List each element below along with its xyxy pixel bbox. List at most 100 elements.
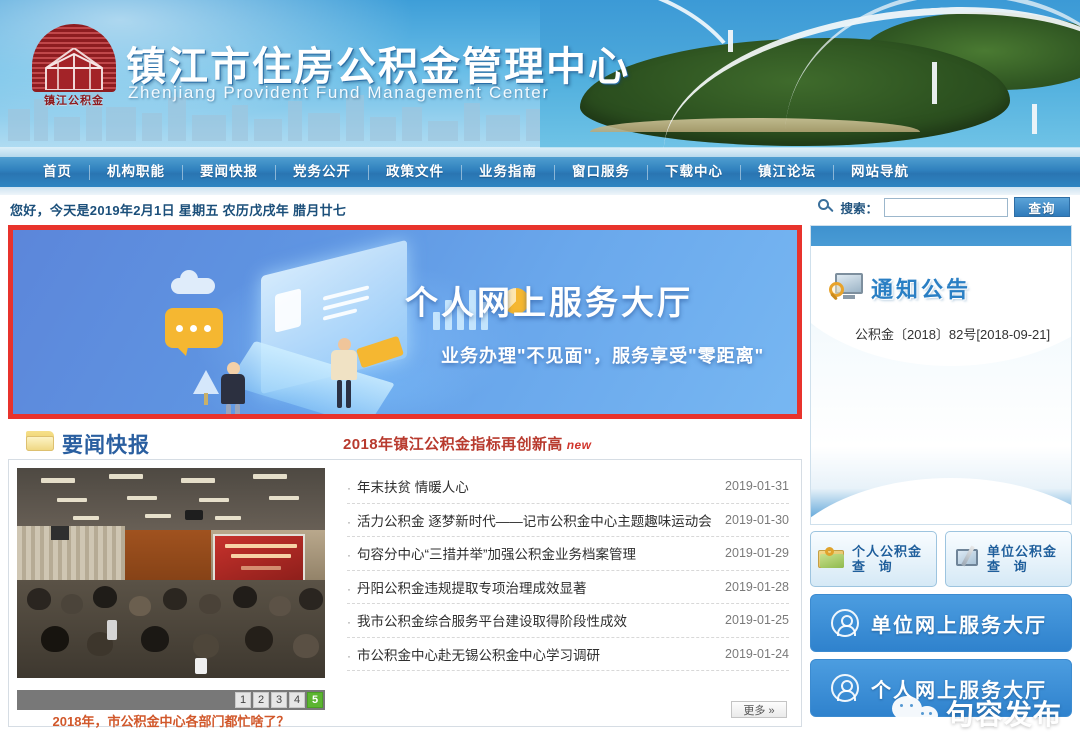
- list-item[interactable]: · 年末扶贫 情暖人心 2019-01-31: [347, 470, 789, 504]
- header-bottom-edge: [0, 147, 1080, 157]
- provident-fund-logo: 镇江公积金: [28, 22, 120, 114]
- news-item-title: 年末扶贫 情暖人心: [357, 480, 469, 496]
- featured-headline-text: 2018年镇江公积金指标再创新高: [343, 436, 563, 453]
- pager-page-5-active[interactable]: 5: [307, 692, 323, 708]
- pager-page-4[interactable]: 4: [289, 692, 305, 708]
- monitor-search-icon: [829, 273, 863, 303]
- nav-underline: [0, 187, 1080, 195]
- news-photo-column: 1 2 3 4 5 2018年，市公积金中心各部门都忙啥了？: [9, 460, 333, 729]
- news-item-title: 活力公积金 逐梦新时代——记市公积金中心主题趣味运动会: [357, 513, 712, 529]
- search-submit-button[interactable]: 查询: [1014, 197, 1070, 217]
- page-root: 镇江公积金 镇江市住房公积金管理中心 Zhenjiang Provident F…: [0, 0, 1080, 745]
- bullet-icon: ·: [347, 581, 351, 596]
- nav-item-functions[interactable]: 机构职能: [90, 157, 182, 187]
- greeting-date-text: 您好，今天是2019年2月1日 星期五 农历戊戌年 腊月廿七: [10, 203, 347, 218]
- pager-page-1[interactable]: 1: [235, 692, 251, 708]
- news-item-date: 2019-01-31: [725, 479, 789, 494]
- notice-panel-header: 通知公告: [829, 272, 971, 304]
- news-body: 1 2 3 4 5 2018年，市公积金中心各部门都忙啥了？ · 年末扶贫 情暖人…: [8, 459, 802, 729]
- nav-item-forum[interactable]: 镇江论坛: [741, 157, 833, 187]
- pager-page-3[interactable]: 3: [271, 692, 287, 708]
- folder-icon: [26, 431, 54, 451]
- date-search-row: 您好，今天是2019年2月1日 星期五 农历戊戌年 腊月廿七 搜索： 查询: [0, 195, 1080, 225]
- nav-item-site-map[interactable]: 网站导航: [834, 157, 926, 187]
- photo-caption-link[interactable]: 2018年，市公积金中心各部门都忙啥了？: [17, 711, 325, 730]
- cup-icon: [107, 620, 117, 640]
- banner-title: 个人网上服务大厅: [405, 283, 693, 322]
- site-subtitle: Zhenjiang Provident Fund Management Cent…: [128, 83, 550, 102]
- personal-service-hall-label: 个人网上服务大厅: [871, 679, 1047, 702]
- news-item-title: 我市公积金综合服务平台建设取得阶段性成效: [357, 614, 627, 630]
- tree-stem: [204, 393, 208, 405]
- nav-item-news[interactable]: 要闻快报: [183, 157, 275, 187]
- pager-page-2[interactable]: 2: [253, 692, 269, 708]
- news-item-date: 2019-01-28: [725, 579, 789, 594]
- list-item[interactable]: · 丹阳公积金违规提取专项治理成效显著 2019-01-28: [347, 571, 789, 604]
- main-navigation[interactable]: 首页 机构职能 要闻快报 党务公开 政策文件 业务指南 窗口服务 下载中心 镇江…: [0, 157, 1080, 187]
- news-list: · 年末扶贫 情暖人心 2019-01-31 · 活力公积金 逐梦新时代——记市公积…: [333, 460, 801, 726]
- list-item[interactable]: · 我市公积金综合服务平台建设取得阶段性成效 2019-01-25: [347, 604, 789, 638]
- nav-item-business-guide[interactable]: 业务指南: [462, 157, 554, 187]
- left-column: 个人网上服务大厅 业务办理"不见面"，服务享受"零距离" 要闻快报 2018年镇…: [8, 225, 802, 743]
- tree-icon: [193, 370, 219, 394]
- company-fund-monitor-icon: [953, 545, 981, 572]
- search-label: 搜索：: [840, 201, 878, 216]
- cup-icon: [195, 658, 207, 674]
- news-item-title: 句容分中心“三措并举”加强公积金业务档案管理: [357, 547, 636, 563]
- company-query-label-line1: 单位公积金: [987, 544, 1058, 559]
- slider-pagination[interactable]: 1 2 3 4 5: [17, 690, 325, 710]
- personal-fund-book-icon: [818, 546, 846, 572]
- banner-subtitle: 业务办理"不见面"，服务享受"零距离": [441, 346, 765, 366]
- news-section-header: 要闻快报 2018年镇江公积金指标再创新高 new: [8, 423, 802, 459]
- list-item[interactable]: · 句容分中心“三措并举”加强公积金业务档案管理 2019-01-29: [347, 537, 789, 571]
- search-icon: [818, 199, 835, 215]
- news-item-date: 2019-01-29: [725, 546, 789, 561]
- news-item-date: 2019-01-24: [725, 646, 789, 661]
- user-circle-icon: [831, 674, 859, 702]
- chat-bubble-icon: [165, 308, 223, 356]
- list-item[interactable]: · 活力公积金 逐梦新时代——记市公积金中心主题趣味运动会 2019-01-30: [347, 504, 789, 537]
- company-online-service-hall-button[interactable]: 单位网上服务大厅: [810, 594, 1072, 652]
- featured-headline-link[interactable]: 2018年镇江公积金指标再创新高 new: [343, 433, 591, 454]
- logo-text: 镇江公积金: [44, 95, 104, 107]
- right-sidebar: 通知公告 公积金〔2018〕82号[2018-09-21] 个人公积金 查 询: [810, 225, 1072, 743]
- nav-item-counter-service[interactable]: 窗口服务: [555, 157, 647, 187]
- search-input[interactable]: [884, 197, 1008, 217]
- news-featured-photo[interactable]: [17, 468, 325, 678]
- personal-query-label-line2: 查 询: [852, 559, 897, 574]
- personal-fund-query-button[interactable]: 个人公积金 查 询: [810, 531, 937, 587]
- personal-query-label-line1: 个人公积金: [852, 544, 923, 559]
- company-query-label-line2: 查 询: [987, 559, 1032, 574]
- notice-item[interactable]: 公积金〔2018〕82号[2018-09-21]: [855, 324, 1050, 343]
- user-circle-icon: [831, 609, 859, 637]
- personal-online-service-hall-button[interactable]: 个人网上服务大厅: [810, 659, 1072, 717]
- bullet-icon: ·: [347, 481, 351, 496]
- speaker-icon: [51, 526, 69, 540]
- logo-house-icon: [45, 48, 103, 90]
- notice-panel: 通知公告 公积金〔2018〕82号[2018-09-21]: [810, 225, 1072, 525]
- company-service-hall-label: 单位网上服务大厅: [871, 614, 1047, 637]
- cloud-icon: [171, 270, 215, 294]
- bullet-icon: ·: [347, 648, 351, 663]
- main-content: 个人网上服务大厅 业务办理"不见面"，服务享受"零距离" 要闻快报 2018年镇…: [0, 225, 1080, 743]
- query-button-row: 个人公积金 查 询 单位公积金 查 询: [810, 531, 1072, 587]
- nav-item-party-affairs[interactable]: 党务公开: [276, 157, 368, 187]
- nav-item-policy-documents[interactable]: 政策文件: [369, 157, 461, 187]
- news-item-title: 市公积金中心赴无锡公积金中心学习调研: [357, 647, 600, 663]
- list-item[interactable]: · 市公积金中心赴无锡公积金中心学习调研 2019-01-24: [347, 638, 789, 671]
- new-badge: new: [566, 438, 592, 452]
- nav-item-download-center[interactable]: 下载中心: [648, 157, 740, 187]
- bullet-icon: ·: [347, 548, 351, 563]
- notice-panel-title: 通知公告: [871, 277, 972, 302]
- news-section-title: 要闻快报: [62, 434, 150, 457]
- personal-service-hall-banner[interactable]: 个人网上服务大厅 业务办理"不见面"，服务享受"零距离": [8, 225, 802, 419]
- company-fund-query-button[interactable]: 单位公积金 查 询: [945, 531, 1072, 587]
- news-item-title: 丹阳公积金违规提取专项治理成效显著: [357, 580, 587, 596]
- nav-item-home[interactable]: 首页: [26, 157, 89, 187]
- bullet-icon: ·: [347, 514, 351, 529]
- more-news-button[interactable]: 更多 »: [731, 701, 787, 718]
- bullet-icon: ·: [347, 615, 351, 630]
- projector-icon: [185, 510, 203, 520]
- news-item-date: 2019-01-30: [725, 512, 789, 527]
- search-area: 搜索： 查询: [818, 197, 1070, 217]
